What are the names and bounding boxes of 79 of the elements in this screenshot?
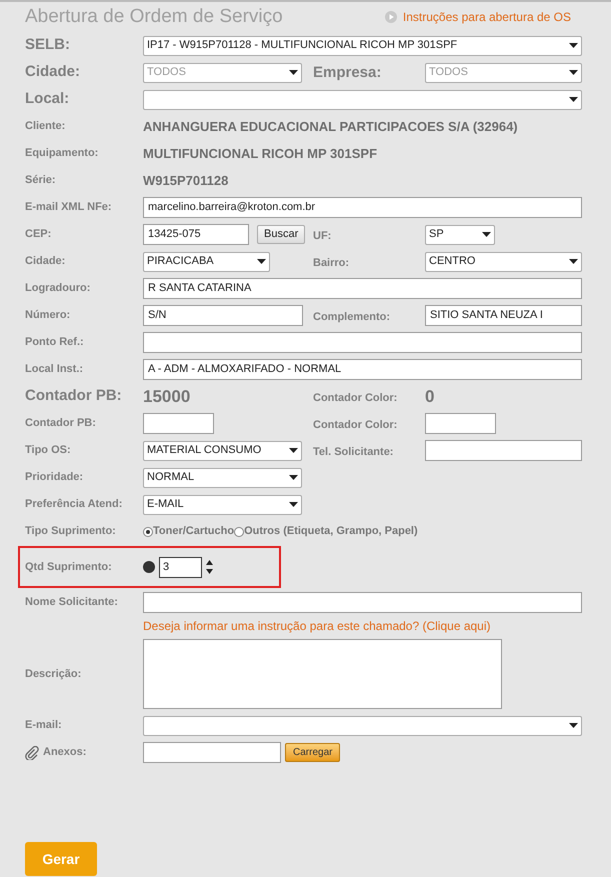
radio-button[interactable] [143, 526, 153, 536]
counter-value: 0 [425, 386, 434, 408]
field-label: Número: [25, 308, 70, 324]
field-value: ANHANGUERA EDUCACIONAL PARTICIPACOES S/A (32964) [143, 118, 518, 136]
field-label: Ponto Ref.: [25, 335, 84, 350]
page-title: Abertura de Ordem de Serviço [25, 4, 283, 29]
dropdown[interactable] [143, 90, 582, 110]
field-label: Preferência Atend: [25, 497, 122, 512]
field-label: E-mail: [25, 718, 62, 734]
field-label: CEP: [25, 227, 52, 242]
dropdown[interactable]: E-MAIL [143, 494, 302, 514]
field-label: Nome Solicitante: [25, 595, 118, 610]
caret-icon [289, 475, 298, 480]
field-label: Cidade: [25, 62, 80, 82]
field-label: Contador Color: [313, 392, 398, 404]
radio-label: Outros (Etiqueta, Grampo, Papel) [244, 524, 418, 540]
caret-icon [569, 43, 578, 48]
field-label: Qtd Suprimento: [25, 560, 112, 575]
caret-icon [569, 259, 578, 264]
dropdown[interactable]: IP17 - W915P701128 - MULTIFUNCIONAL RICOH MP 301SPF [143, 36, 582, 56]
field-label: Contador Color: [313, 418, 398, 430]
input-field[interactable] [425, 440, 582, 461]
input-field[interactable] [143, 332, 582, 353]
radio-label: Toner/Cartucho [153, 524, 234, 540]
field-label: Cidade: [25, 254, 66, 270]
search-button[interactable]: Buscar [257, 225, 306, 244]
field-label: Empresa: [313, 64, 382, 80]
dropdown[interactable]: PIRACICABA [143, 252, 270, 272]
field-label: Prioridade: [25, 470, 84, 486]
dropdown[interactable]: NORMAL [143, 468, 302, 488]
field-label: Tel. Solicitante: [313, 446, 394, 458]
dropdown[interactable] [143, 716, 582, 736]
input-field[interactable]: marcelino.barreira@kroton.com.br [143, 197, 582, 218]
quantity-field[interactable]: 3 [159, 556, 202, 578]
field-label: Equipamento: [25, 146, 98, 162]
input-field[interactable]: A - ADM - ALMOXARIFADO - NORMAL [143, 359, 582, 380]
input-field[interactable] [425, 413, 496, 434]
input-field[interactable]: SITIO SANTA NEUZA I [425, 305, 582, 326]
field-label: UF: [313, 230, 332, 242]
caret-icon [289, 448, 298, 453]
field-label: Logradouro: [25, 281, 90, 296]
caret-icon [289, 502, 298, 507]
field-value: W915P701128 [143, 172, 228, 190]
dropdown[interactable]: SP [425, 224, 495, 244]
caret-icon [289, 70, 298, 75]
input-field[interactable]: S/N [143, 305, 303, 326]
caret-icon [569, 70, 578, 75]
caret-icon [482, 232, 491, 237]
field-label: Tipo OS: [25, 443, 71, 458]
field-label: Local: [25, 89, 70, 110]
field-label: Complemento: [313, 310, 390, 322]
play-icon [384, 11, 397, 23]
input-field[interactable] [143, 592, 582, 613]
counter-value: 15000 [143, 386, 190, 408]
stepper-icon[interactable] [206, 560, 213, 574]
input-field[interactable] [143, 413, 214, 434]
field-label: Contador PB: [25, 416, 96, 432]
field-value: MULTIFUNCIONAL RICOH MP 301SPF [143, 144, 378, 163]
field-label: E-mail XML NFe: [25, 200, 112, 216]
upload-button[interactable]: Carregar [285, 743, 340, 762]
input-field[interactable]: 13425-075 [143, 224, 249, 245]
field-label: Local Inst.: [25, 362, 84, 378]
description-textarea[interactable] [143, 639, 502, 709]
field-label: SELB: [25, 35, 70, 56]
field-label: Contador PB: [25, 386, 122, 406]
field-label: Bairro: [313, 256, 350, 268]
dropdown[interactable]: MATERIAL CONSUMO [143, 440, 302, 460]
field-label: Cliente: [25, 119, 66, 134]
field-label: Descrição: [25, 666, 82, 682]
radio-button[interactable] [234, 526, 244, 536]
field-label: Série: [25, 173, 56, 188]
caret-icon [569, 723, 578, 728]
input-field[interactable]: R SANTA CATARINA [143, 278, 582, 299]
field-label: Anexos: [43, 745, 86, 760]
field-label: Tipo Suprimento: [25, 524, 116, 540]
input-field[interactable] [143, 742, 281, 763]
caret-icon [569, 97, 578, 102]
dropdown[interactable]: CENTRO [425, 252, 582, 272]
caret-icon [257, 259, 266, 264]
